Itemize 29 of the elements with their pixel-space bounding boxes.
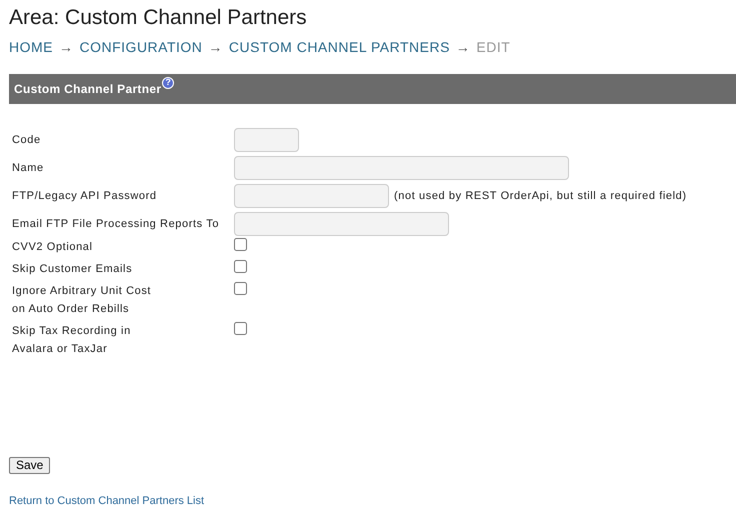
breadcrumb-arrow: → bbox=[59, 39, 74, 55]
panel-title: Custom Channel Partner bbox=[14, 82, 162, 96]
breadcrumb-link[interactable]: CONFIGURATION bbox=[80, 39, 202, 55]
field-label: Code bbox=[11, 133, 42, 148]
breadcrumb-link[interactable]: CUSTOM CHANNEL PARTNERS bbox=[228, 39, 450, 55]
field-label: Skip Customer Emails bbox=[11, 262, 134, 277]
input-field[interactable] bbox=[234, 156, 569, 180]
save-button[interactable]: Save bbox=[9, 457, 50, 474]
field-label: CVV2 Optional bbox=[11, 240, 94, 255]
breadcrumb-current: EDIT bbox=[476, 39, 510, 55]
input-field[interactable] bbox=[234, 212, 449, 236]
field-label: FTP/Legacy API Password bbox=[11, 189, 158, 204]
checkbox[interactable] bbox=[234, 238, 247, 251]
input-field[interactable] bbox=[234, 184, 389, 208]
breadcrumb-arrow: → bbox=[208, 39, 223, 55]
checkbox[interactable] bbox=[234, 282, 247, 295]
field-label: Skip Tax Recording in Avalara or TaxJar bbox=[11, 324, 132, 357]
page-title: Area: Custom Channel Partners bbox=[9, 5, 308, 31]
field-label: Ignore Arbitrary Unit Cost on Auto Order Rebills bbox=[11, 284, 152, 317]
return-link[interactable]: Return to Custom Channel Partners List bbox=[9, 493, 204, 505]
checkbox[interactable] bbox=[234, 260, 247, 273]
checkbox[interactable] bbox=[234, 322, 247, 335]
help-icon[interactable]: ? bbox=[162, 77, 174, 89]
field-note: (not used by REST OrderApi, but still a required field) bbox=[394, 188, 687, 204]
field-label: Name bbox=[11, 161, 45, 176]
field-label: Email FTP File Processing Reports To bbox=[11, 217, 220, 232]
breadcrumb-arrow: → bbox=[456, 39, 470, 55]
input-field[interactable] bbox=[234, 128, 299, 152]
breadcrumb-link[interactable]: HOME bbox=[9, 39, 53, 55]
